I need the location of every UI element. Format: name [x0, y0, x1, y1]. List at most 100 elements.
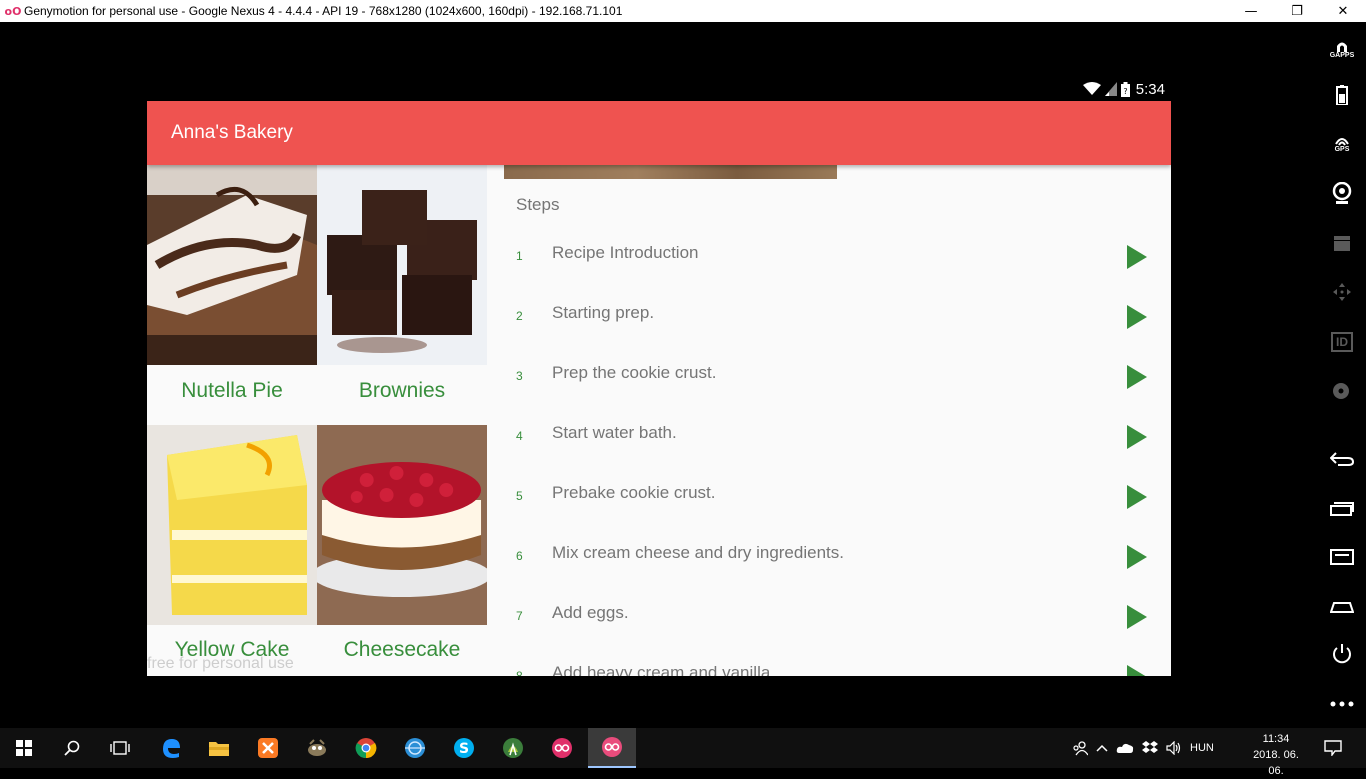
disk-icon	[1333, 383, 1349, 399]
file-explorer-app[interactable]	[195, 728, 243, 768]
xampp-app[interactable]	[244, 728, 292, 768]
recipe-name: Cheesecake	[343, 638, 461, 661]
play-icon[interactable]	[1125, 245, 1149, 269]
step-row[interactable]: 5 Prebake cookie crust.	[488, 467, 1171, 527]
onedrive-icon[interactable]	[1116, 742, 1134, 754]
close-button[interactable]: ✕	[1320, 0, 1366, 22]
recipe-card-nutella-pie[interactable]: Nutella Pie	[147, 165, 317, 425]
svg-text:?: ?	[1123, 87, 1127, 96]
app-title: Anna's Bakery	[171, 122, 293, 143]
play-icon[interactable]	[1125, 365, 1149, 389]
xampp-icon	[258, 738, 278, 758]
skype-app[interactable]: S	[440, 728, 488, 768]
battery-icon	[1336, 85, 1348, 105]
windows-taskbar: S HUN 11:34 2018. 06. 06.	[0, 728, 1366, 777]
folder-icon	[209, 742, 229, 756]
wifi-icon	[1082, 82, 1101, 95]
video-player[interactable]	[504, 165, 837, 179]
app-toolbar: Anna's Bakery	[147, 101, 1171, 165]
step-description: Prebake cookie crust.	[552, 483, 716, 502]
gimp-app[interactable]	[293, 728, 341, 768]
step-row[interactable]: 3 Prep the cookie crust.	[488, 347, 1171, 407]
steps-heading: Steps	[516, 195, 560, 214]
gps-label: GPS	[1334, 145, 1350, 153]
edge-icon	[163, 739, 180, 758]
status-time: 5:34	[1135, 80, 1165, 98]
play-icon[interactable]	[1125, 605, 1149, 629]
recipe-card-cheesecake[interactable]: Cheesecake	[312, 425, 491, 676]
recipe-name: Nutella Pie	[181, 379, 283, 402]
window-title: Genymotion for personal use - Google Nex…	[24, 4, 623, 18]
play-icon[interactable]	[1125, 425, 1149, 449]
play-icon[interactable]	[1125, 305, 1149, 329]
dropbox-icon[interactable]	[1142, 741, 1158, 755]
genymotion-icon	[552, 738, 572, 758]
back-arrow-icon	[1330, 452, 1354, 466]
volume-icon[interactable]	[1166, 741, 1182, 755]
step-row[interactable]: 2 Starting prep.	[488, 287, 1171, 347]
back-button[interactable]	[1318, 444, 1366, 474]
skype-icon: S	[454, 738, 474, 758]
more-dots-icon	[1330, 701, 1354, 707]
start-button[interactable]	[0, 728, 48, 768]
battery-icon: ?	[1120, 81, 1130, 97]
gapps-button[interactable]: GAPPS	[1318, 34, 1366, 64]
step-row[interactable]: 6 Mix cream cheese and dry ingredients.	[488, 527, 1171, 587]
disk-button[interactable]	[1318, 376, 1366, 406]
people-icon[interactable]	[1072, 740, 1088, 756]
restore-button[interactable]: ❐	[1274, 0, 1320, 22]
chrome-app[interactable]	[342, 728, 390, 768]
webcam-button[interactable]	[1318, 178, 1366, 208]
dpad-button[interactable]	[1318, 277, 1366, 307]
action-center-button[interactable]	[1310, 728, 1356, 768]
step-number: 2	[516, 309, 523, 323]
genymotion-logo-icon: oO	[4, 4, 22, 18]
more-button[interactable]	[1318, 689, 1366, 719]
recipe-name: Brownies	[358, 379, 446, 402]
step-row[interactable]: 1 Recipe Introduction	[488, 227, 1171, 287]
recipe-card-brownies[interactable]: Brownies	[317, 165, 487, 425]
menu-button[interactable]	[1318, 542, 1366, 572]
gps-button[interactable]: GPS	[1318, 129, 1366, 159]
search-button[interactable]	[48, 728, 96, 768]
move-arrows-icon	[1333, 283, 1351, 301]
recipe-card-yellow-cake[interactable]: Yellow Cake	[147, 425, 317, 676]
step-description: Start water bath.	[552, 423, 677, 442]
step-row[interactable]: 7 Add eggs.	[488, 587, 1171, 647]
genymotion-app[interactable]	[538, 728, 586, 768]
task-view-button[interactable]	[96, 728, 144, 768]
language-indicator[interactable]: HUN	[1190, 742, 1214, 754]
genymotion-player-app[interactable]	[588, 728, 636, 768]
step-row[interactable]: 4 Start water bath.	[488, 407, 1171, 467]
home-button[interactable]	[1318, 592, 1366, 622]
android-studio-icon	[503, 738, 523, 758]
edge-app[interactable]	[147, 728, 195, 768]
yellow-cake-image	[147, 425, 317, 625]
step-description: Add heavy cream and vanilla.	[552, 663, 776, 676]
chevron-up-icon[interactable]	[1096, 744, 1108, 752]
android-studio-app[interactable]	[489, 728, 537, 768]
window-title-bar: oO Genymotion for personal use - Google …	[0, 0, 1366, 22]
battery-button[interactable]	[1318, 80, 1366, 110]
minimize-button[interactable]: —	[1228, 0, 1274, 22]
play-icon[interactable]	[1125, 485, 1149, 509]
step-description: Add eggs.	[552, 603, 629, 622]
step-number: 6	[516, 549, 523, 563]
power-button[interactable]	[1318, 639, 1366, 669]
step-row[interactable]: 8 Add heavy cream and vanilla.	[488, 647, 1171, 676]
gapps-label: GAPPS	[1329, 51, 1355, 59]
task-view-icon	[110, 741, 130, 755]
globe-app[interactable]	[391, 728, 439, 768]
search-icon	[64, 740, 80, 756]
taskbar-clock[interactable]: 11:34 2018. 06. 06.	[1244, 731, 1308, 779]
recent-apps-button[interactable]	[1318, 494, 1366, 524]
step-description: Prep the cookie crust.	[552, 363, 717, 382]
capture-button[interactable]	[1318, 228, 1366, 258]
signal-icon	[1104, 82, 1117, 96]
device-id-button[interactable]: ID	[1318, 327, 1366, 357]
windows-logo-icon	[16, 740, 32, 756]
play-icon[interactable]	[1125, 545, 1149, 569]
step-number: 4	[516, 429, 523, 443]
step-description: Mix cream cheese and dry ingredients.	[552, 543, 844, 562]
play-icon[interactable]	[1125, 665, 1149, 676]
